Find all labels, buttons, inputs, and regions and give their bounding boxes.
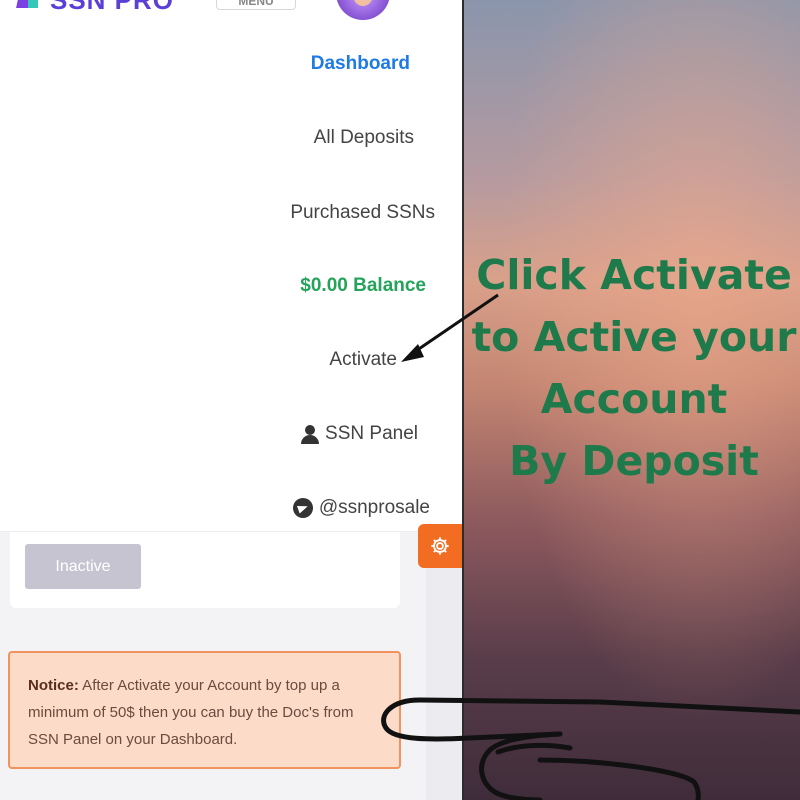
menu-item-label: Dashboard — [310, 53, 410, 74]
menu-item-balance[interactable]: $0.00 Balance — [0, 266, 462, 306]
settings-button[interactable] — [418, 524, 462, 568]
caption-line: to Active your — [471, 313, 797, 361]
avatar[interactable] — [336, 0, 390, 20]
instruction-caption: Click Activate to Active your Account By… — [468, 244, 800, 492]
right-strip — [426, 568, 462, 800]
caption-line: Click Activate — [476, 251, 792, 299]
menu-item-activate[interactable]: Activate — [0, 340, 462, 380]
inactive-button[interactable]: Inactive — [25, 544, 141, 589]
status-card: Inactive — [10, 532, 400, 608]
menu-item-label: SSN Panel — [325, 423, 418, 444]
logo[interactable]: SSN PRO — [14, 0, 175, 15]
gear-icon — [431, 537, 449, 555]
menu-item-purchased-ssns[interactable]: Purchased SSNs — [0, 193, 462, 233]
app-screen: SSN PRO MENU Dashboard All Deposits Purc… — [0, 0, 462, 800]
menu-item-label: @ssnprosale — [318, 497, 430, 518]
telegram-icon — [292, 498, 313, 518]
logo-mark-icon — [14, 0, 50, 12]
menu-item-label: Activate — [329, 349, 397, 370]
caption-line: Account — [540, 375, 728, 423]
balance-label: $0.00 Balance — [300, 275, 426, 296]
notice-label: Notice: — [28, 677, 79, 694]
caption-line: By Deposit — [509, 437, 759, 485]
user-icon — [301, 424, 320, 444]
menu-item-dashboard[interactable]: Dashboard — [0, 44, 462, 84]
menu-item-all-deposits[interactable]: All Deposits — [0, 118, 462, 158]
notice-box: Notice: After Activate your Account by t… — [8, 651, 401, 769]
menu-item-label: Purchased SSNs — [290, 202, 435, 223]
menu-item-ssn-panel[interactable]: SSN Panel — [0, 414, 462, 454]
logo-text: SSN PRO — [50, 0, 175, 15]
nav-menu: Dashboard All Deposits Purchased SSNs $0… — [0, 36, 462, 532]
menu-button[interactable]: MENU — [216, 0, 296, 10]
top-navbar: SSN PRO MENU — [0, 0, 462, 36]
menu-item-label: All Deposits — [313, 127, 414, 148]
menu-item-telegram[interactable]: @ssnprosale — [0, 488, 462, 528]
